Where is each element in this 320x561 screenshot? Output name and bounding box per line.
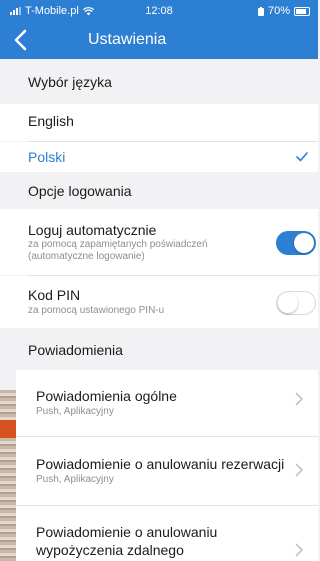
item-subtitle: Push, Aplikacyjny	[36, 406, 114, 417]
notification-item-reservation-cancel[interactable]: Powiadomienie o anulowaniu rezerwacji Pu…	[16, 437, 318, 505]
auto-login-label: Loguj automatycznie	[28, 222, 157, 238]
notification-item-remote-loan-cancel[interactable]: Powiadomienie o anulowaniu wypożyczenia …	[16, 506, 318, 561]
item-title-line-1: Powiadomienie o anulowaniu	[36, 524, 218, 540]
pin-row: Kod PIN za pomocą ustawionego PIN-u	[0, 276, 318, 328]
auto-login-row: Loguj automatycznie za pomocą zapamiętan…	[0, 209, 318, 275]
item-subtitle: Push, Aplikacyjny	[36, 474, 114, 485]
auto-login-subtitle-2: (automatyczne logowanie)	[28, 251, 145, 262]
language-section-header: Wybór języka	[0, 59, 318, 104]
toggle-knob	[294, 233, 314, 253]
strip-accent	[0, 420, 16, 438]
battery-info: 70%	[257, 5, 310, 17]
auto-login-toggle[interactable]	[276, 231, 316, 255]
language-option-english[interactable]: English	[0, 104, 318, 141]
status-bar: T-Mobile.pl 12:08 70%	[0, 0, 318, 22]
option-label: Polski	[28, 149, 66, 165]
navigation-bar: Ustawienia	[0, 22, 318, 59]
item-title: Powiadomienia ogólne	[36, 388, 177, 404]
chevron-right-icon	[295, 463, 304, 477]
chevron-right-icon	[295, 392, 304, 406]
language-option-polski[interactable]: Polski	[0, 142, 318, 172]
section-title: Powiadomienia	[28, 342, 123, 358]
section-title: Opcje logowania	[28, 183, 132, 199]
section-title: Wybór języka	[28, 74, 112, 90]
notifications-section-header: Powiadomienia	[0, 328, 318, 370]
item-title: Powiadomienie o anulowaniu rezerwacji	[36, 456, 285, 472]
page-title: Ustawienia	[88, 31, 167, 48]
pin-label: Kod PIN	[28, 287, 81, 303]
option-label: English	[28, 113, 74, 129]
auto-login-subtitle-1: za pomocą zapamiętanych poświadczeń	[28, 239, 208, 250]
top-bar: T-Mobile.pl 12:08 70% Ustawienia	[0, 0, 318, 59]
back-chevron-icon[interactable]	[10, 27, 32, 53]
item-title-line-2: wypożyczenia zdalnego	[36, 542, 184, 558]
chevron-right-icon	[295, 543, 304, 557]
pin-toggle[interactable]	[276, 291, 316, 315]
login-section-header: Opcje logowania	[0, 172, 318, 209]
background-image-strip	[0, 390, 16, 561]
battery-charging-icon	[257, 6, 264, 16]
battery-icon	[294, 6, 310, 16]
notification-item-general[interactable]: Powiadomienia ogólne Push, Aplikacyjny	[16, 370, 318, 436]
pin-subtitle: za pomocą ustawionego PIN-u	[28, 305, 165, 316]
checkmark-icon	[296, 152, 308, 162]
battery-percent: 70%	[267, 5, 290, 17]
toggle-knob	[278, 293, 298, 313]
